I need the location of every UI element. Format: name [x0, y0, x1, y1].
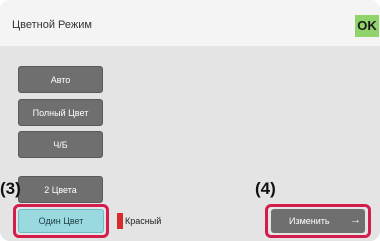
- auto-button[interactable]: Авто: [18, 66, 103, 93]
- color-swatch: [117, 213, 123, 229]
- callout-4: (4): [255, 179, 276, 198]
- arrow-right-icon: →: [350, 214, 361, 226]
- black-white-button[interactable]: Ч/Б: [18, 131, 103, 158]
- page-title: Цветной Режим: [12, 19, 92, 31]
- selected-color-label: Красный: [125, 216, 162, 226]
- single-color-button[interactable]: Один Цвет: [18, 209, 104, 233]
- change-button-label: Изменить: [289, 216, 330, 226]
- color-mode-panel: Цветной Режим OK Авто Полный Цвет Ч/Б 2 …: [0, 0, 380, 241]
- callout-3: (3): [0, 179, 21, 198]
- two-color-button[interactable]: 2 Цвета: [18, 176, 103, 203]
- change-button[interactable]: Изменить →: [271, 209, 365, 233]
- ok-button[interactable]: OK: [355, 15, 379, 37]
- panel-header: Цветной Режим OK: [0, 0, 380, 46]
- full-color-button[interactable]: Полный Цвет: [18, 99, 103, 126]
